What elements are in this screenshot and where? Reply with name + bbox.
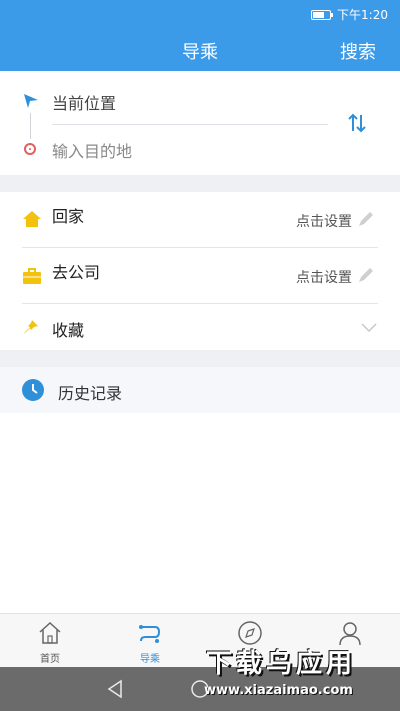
- favorites-label: 收藏: [52, 321, 85, 340]
- watermark-title: 下载乌应用: [206, 649, 357, 679]
- home-outline-icon: [39, 621, 61, 644]
- tab-label: 首页: [40, 654, 60, 665]
- divider: [52, 124, 328, 125]
- briefcase-icon: [23, 268, 41, 284]
- watermark: 下载乌应用 www.xiazaimao.com: [198, 615, 400, 711]
- edit-icon[interactable]: [356, 209, 376, 229]
- home-label: 回家: [52, 207, 85, 226]
- section-divider: [0, 175, 400, 192]
- route-connector: [30, 113, 31, 139]
- chevron-down-icon[interactable]: [360, 322, 378, 334]
- section-divider: [0, 350, 400, 367]
- app-header: 导乘 搜索: [0, 28, 400, 71]
- battery-icon: [311, 9, 334, 20]
- favorites-row[interactable]: 收藏: [0, 304, 400, 350]
- work-set-link[interactable]: 点击设置: [296, 267, 352, 287]
- home-set-link[interactable]: 点击设置: [296, 211, 352, 231]
- home-icon: [23, 211, 41, 227]
- work-label: 去公司: [52, 263, 101, 282]
- search-button[interactable]: 搜索: [340, 38, 376, 64]
- history-label: 历史记录: [58, 384, 123, 403]
- destination-marker-icon: [24, 143, 36, 155]
- tab-guide[interactable]: 导乘: [100, 614, 200, 668]
- watermark-url: www.xiazaimao.com: [204, 683, 353, 698]
- history-row[interactable]: 历史记录: [0, 367, 400, 413]
- route-icon: [139, 625, 161, 643]
- swap-icon[interactable]: [346, 112, 368, 134]
- origin-field[interactable]: 当前位置: [52, 90, 116, 114]
- tab-label: 导乘: [140, 654, 160, 665]
- clock-icon: [22, 379, 44, 401]
- back-icon[interactable]: [106, 679, 124, 699]
- location-arrow-icon: [24, 94, 38, 108]
- pin-icon: [24, 320, 38, 334]
- home-shortcut-row[interactable]: 回家 点击设置: [0, 192, 400, 247]
- destination-input[interactable]: 输入目的地: [52, 138, 132, 162]
- tab-home[interactable]: 首页: [0, 614, 100, 668]
- work-shortcut-row[interactable]: 去公司 点击设置: [0, 248, 400, 303]
- status-time: 下午1:20: [337, 8, 388, 22]
- status-bar: 下午1:20: [0, 0, 400, 28]
- edit-icon[interactable]: [356, 265, 376, 285]
